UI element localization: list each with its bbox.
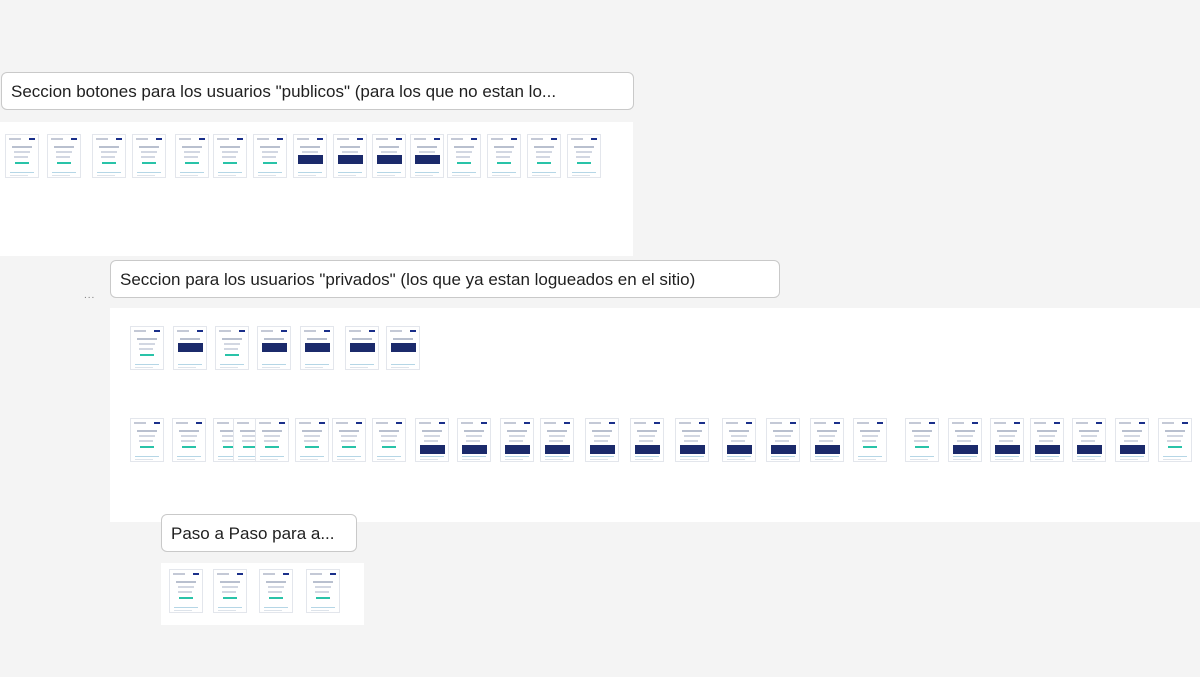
screen-thumbnail[interactable] [300, 326, 334, 370]
screen-thumbnail[interactable] [259, 569, 293, 613]
screen-thumbnail[interactable] [410, 134, 444, 178]
screen-thumbnail[interactable] [810, 418, 844, 462]
screen-thumbnail[interactable] [372, 418, 406, 462]
screen-thumbnail[interactable] [527, 134, 561, 178]
screen-thumbnail[interactable] [293, 134, 327, 178]
screen-thumbnail[interactable] [255, 418, 289, 462]
screen-thumbnail[interactable] [905, 418, 939, 462]
screen-thumbnail[interactable] [345, 326, 379, 370]
screen-thumbnail[interactable] [447, 134, 481, 178]
screen-thumbnail[interactable] [213, 134, 247, 178]
screen-thumbnail[interactable] [1072, 418, 1106, 462]
screen-thumbnail[interactable] [990, 418, 1024, 462]
screen-thumbnail[interactable] [47, 134, 81, 178]
screen-thumbnail[interactable] [215, 326, 249, 370]
screen-thumbnail[interactable] [372, 134, 406, 178]
screen-thumbnail[interactable] [675, 418, 709, 462]
screen-thumbnail[interactable] [457, 418, 491, 462]
screen-thumbnail[interactable] [175, 134, 209, 178]
screen-thumbnail[interactable] [169, 569, 203, 613]
screen-thumbnail[interactable] [1158, 418, 1192, 462]
screen-thumbnail[interactable] [213, 569, 247, 613]
screen-thumbnail[interactable] [567, 134, 601, 178]
screen-thumbnail[interactable] [540, 418, 574, 462]
screen-thumbnail[interactable] [332, 418, 366, 462]
screen-thumbnail[interactable] [132, 134, 166, 178]
screen-thumbnail[interactable] [766, 418, 800, 462]
screen-thumbnail[interactable] [253, 134, 287, 178]
screen-thumbnail[interactable] [630, 418, 664, 462]
screen-thumbnail[interactable] [1030, 418, 1064, 462]
section-label-publicos[interactable]: Seccion botones para los usuarios "publi… [1, 72, 634, 110]
screen-thumbnail[interactable] [585, 418, 619, 462]
screen-thumbnail[interactable] [306, 569, 340, 613]
screen-thumbnail[interactable] [257, 326, 291, 370]
more-options-icon[interactable]: ... [84, 290, 95, 301]
screen-thumbnail[interactable] [172, 418, 206, 462]
section-label-privados[interactable]: Seccion para los usuarios "privados" (lo… [110, 260, 780, 298]
screen-thumbnail[interactable] [92, 134, 126, 178]
screen-thumbnail[interactable] [333, 134, 367, 178]
screen-thumbnail[interactable] [487, 134, 521, 178]
section-label-paso-a-paso[interactable]: Paso a Paso para a... [161, 514, 357, 552]
screen-thumbnail[interactable] [1115, 418, 1149, 462]
screen-thumbnail[interactable] [415, 418, 449, 462]
screen-thumbnail[interactable] [130, 418, 164, 462]
screen-thumbnail[interactable] [722, 418, 756, 462]
screen-thumbnail[interactable] [386, 326, 420, 370]
section-board-paso-a-paso[interactable] [161, 563, 364, 625]
screen-thumbnail[interactable] [500, 418, 534, 462]
screen-thumbnail[interactable] [5, 134, 39, 178]
screen-thumbnail[interactable] [173, 326, 207, 370]
screen-thumbnail[interactable] [130, 326, 164, 370]
section-board-publicos[interactable] [0, 122, 633, 256]
section-board-privados[interactable] [110, 308, 1200, 522]
screen-thumbnail[interactable] [853, 418, 887, 462]
screen-thumbnail[interactable] [295, 418, 329, 462]
screen-thumbnail[interactable] [948, 418, 982, 462]
